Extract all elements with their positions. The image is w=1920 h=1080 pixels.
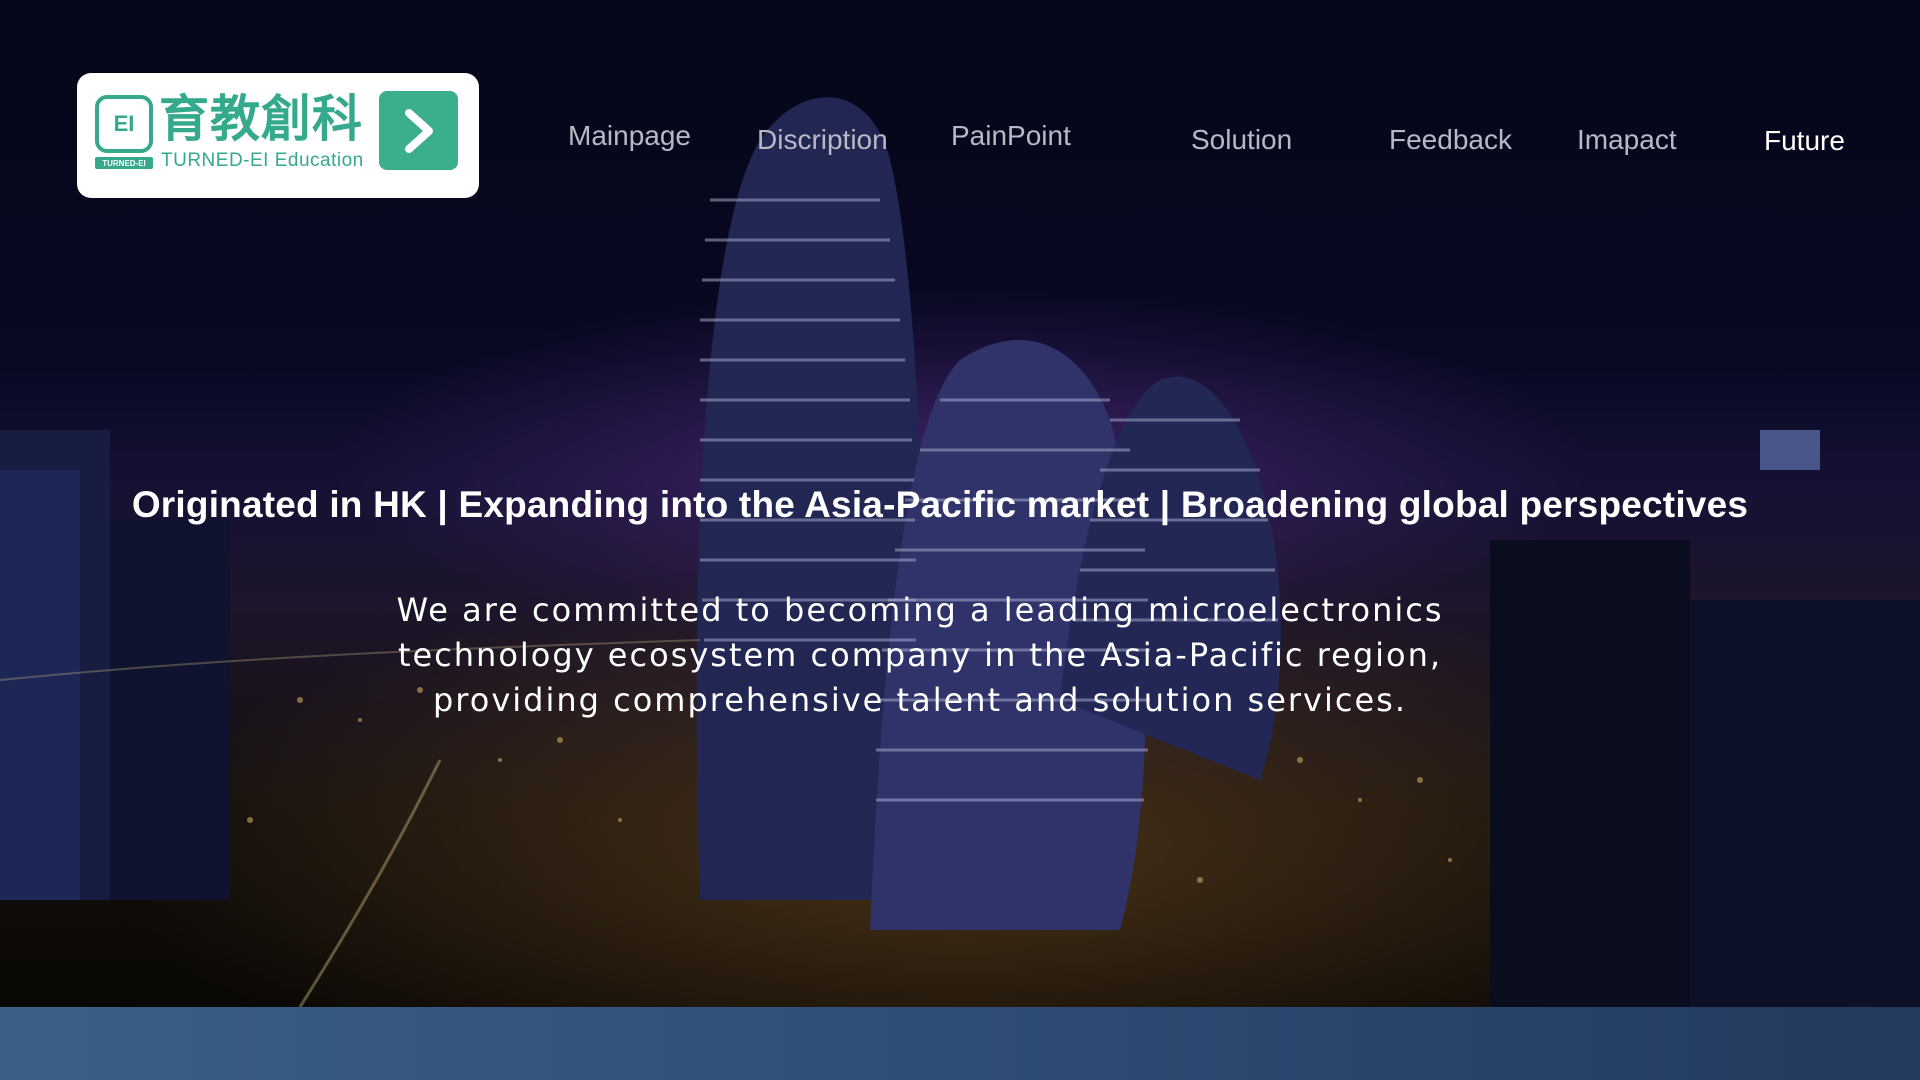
- nav-item-future[interactable]: Future: [1764, 125, 1845, 157]
- hero-headline: Originated in HK | Expanding into the As…: [131, 484, 1749, 525]
- nav-item-solution[interactable]: Solution: [1191, 124, 1292, 156]
- nav-item-imapact[interactable]: Imapact: [1577, 124, 1677, 156]
- bottom-section-band: [0, 1007, 1920, 1080]
- logo-arrow-button[interactable]: [379, 91, 458, 170]
- nav-item-painpoint[interactable]: PainPoint: [951, 120, 1071, 152]
- logo-card[interactable]: EI TURNED-EI 育教創科 TURNED-EI Education: [77, 73, 479, 198]
- logo-english-name: TURNED-EI Education: [161, 150, 364, 171]
- logo-chinese-name: 育教創科: [159, 90, 363, 148]
- chevron-right-icon: [405, 109, 433, 153]
- logo-mark-icon: EI: [95, 95, 153, 153]
- nav-item-feedback[interactable]: Feedback: [1389, 124, 1512, 156]
- logo-mark-caption: TURNED-EI: [95, 157, 153, 169]
- nav-item-mainpage[interactable]: Mainpage: [568, 120, 691, 152]
- nav-item-discription[interactable]: Discription: [757, 124, 888, 156]
- hero-body-text: We are committed to becoming a leading m…: [396, 591, 1444, 719]
